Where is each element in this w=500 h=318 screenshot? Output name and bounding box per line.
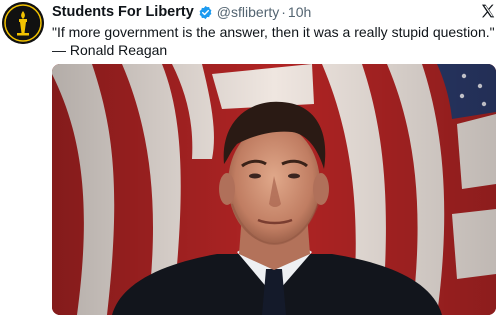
separator-dot: · (281, 4, 286, 20)
reagan-flag-photo (52, 64, 496, 315)
tweet-header: Students For Liberty @sfliberty · 10h (52, 2, 311, 22)
tweet-card[interactable]: Students For Liberty @sfliberty · 10h "I… (0, 0, 500, 318)
verified-badge-icon (198, 5, 213, 20)
tweet-text: "If more government is the answer, then … (52, 24, 495, 58)
tweet-photo[interactable] (52, 64, 496, 315)
x-logo-icon[interactable] (480, 3, 496, 19)
tweet-timestamp[interactable]: 10h (288, 4, 311, 20)
torch-logo-icon (2, 2, 44, 44)
avatar[interactable] (2, 2, 44, 44)
author-handle[interactable]: @sfliberty (217, 4, 279, 20)
author-display-name[interactable]: Students For Liberty (52, 4, 194, 20)
